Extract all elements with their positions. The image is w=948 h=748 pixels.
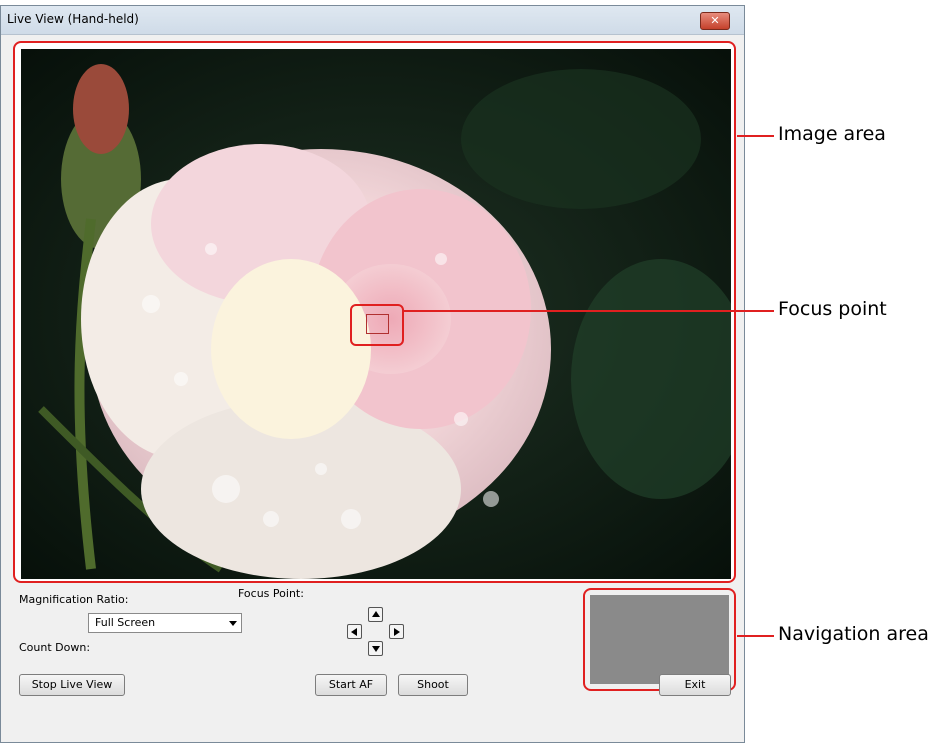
exit-button[interactable]: Exit xyxy=(659,674,731,696)
arrow-left-icon xyxy=(351,628,357,636)
focus-point-inner xyxy=(366,314,389,334)
window-title: Live View (Hand-held) xyxy=(7,12,139,26)
focus-up-button[interactable] xyxy=(368,607,383,622)
focus-point-label: Focus Point: xyxy=(238,587,304,600)
live-view-image[interactable] xyxy=(21,49,731,579)
live-view-window: Live View (Hand-held) ✕ Magnification Ra… xyxy=(0,5,745,743)
image-area-callout: Image area xyxy=(778,123,886,145)
image-area-frame xyxy=(13,41,736,583)
magnification-ratio-select[interactable]: Full Screen xyxy=(88,613,242,633)
focus-down-button[interactable] xyxy=(368,641,383,656)
image-area-callout-line xyxy=(737,135,774,137)
arrow-up-icon xyxy=(372,611,380,617)
magnification-ratio-value: Full Screen xyxy=(95,616,156,629)
focus-point-callout-line xyxy=(404,310,774,312)
magnification-ratio-label: Magnification Ratio: xyxy=(19,593,129,606)
arrow-down-icon xyxy=(372,646,380,652)
arrow-right-icon xyxy=(394,628,400,636)
start-af-button[interactable]: Start AF xyxy=(315,674,387,696)
close-button[interactable]: ✕ xyxy=(700,12,730,30)
navigation-area[interactable] xyxy=(590,595,729,684)
shoot-button[interactable]: Shoot xyxy=(398,674,468,696)
stop-live-view-button[interactable]: Stop Live View xyxy=(19,674,125,696)
chevron-down-icon xyxy=(229,621,237,626)
count-down-label: Count Down: xyxy=(19,641,91,654)
title-bar: Live View (Hand-held) ✕ xyxy=(1,6,744,35)
close-icon: ✕ xyxy=(710,14,720,27)
navigation-area-callout-line xyxy=(737,635,774,637)
navigation-area-callout: Navigation area xyxy=(778,623,929,645)
focus-left-button[interactable] xyxy=(347,624,362,639)
focus-point-callout: Focus point xyxy=(778,298,887,320)
focus-right-button[interactable] xyxy=(389,624,404,639)
focus-point-marker[interactable] xyxy=(350,304,404,346)
